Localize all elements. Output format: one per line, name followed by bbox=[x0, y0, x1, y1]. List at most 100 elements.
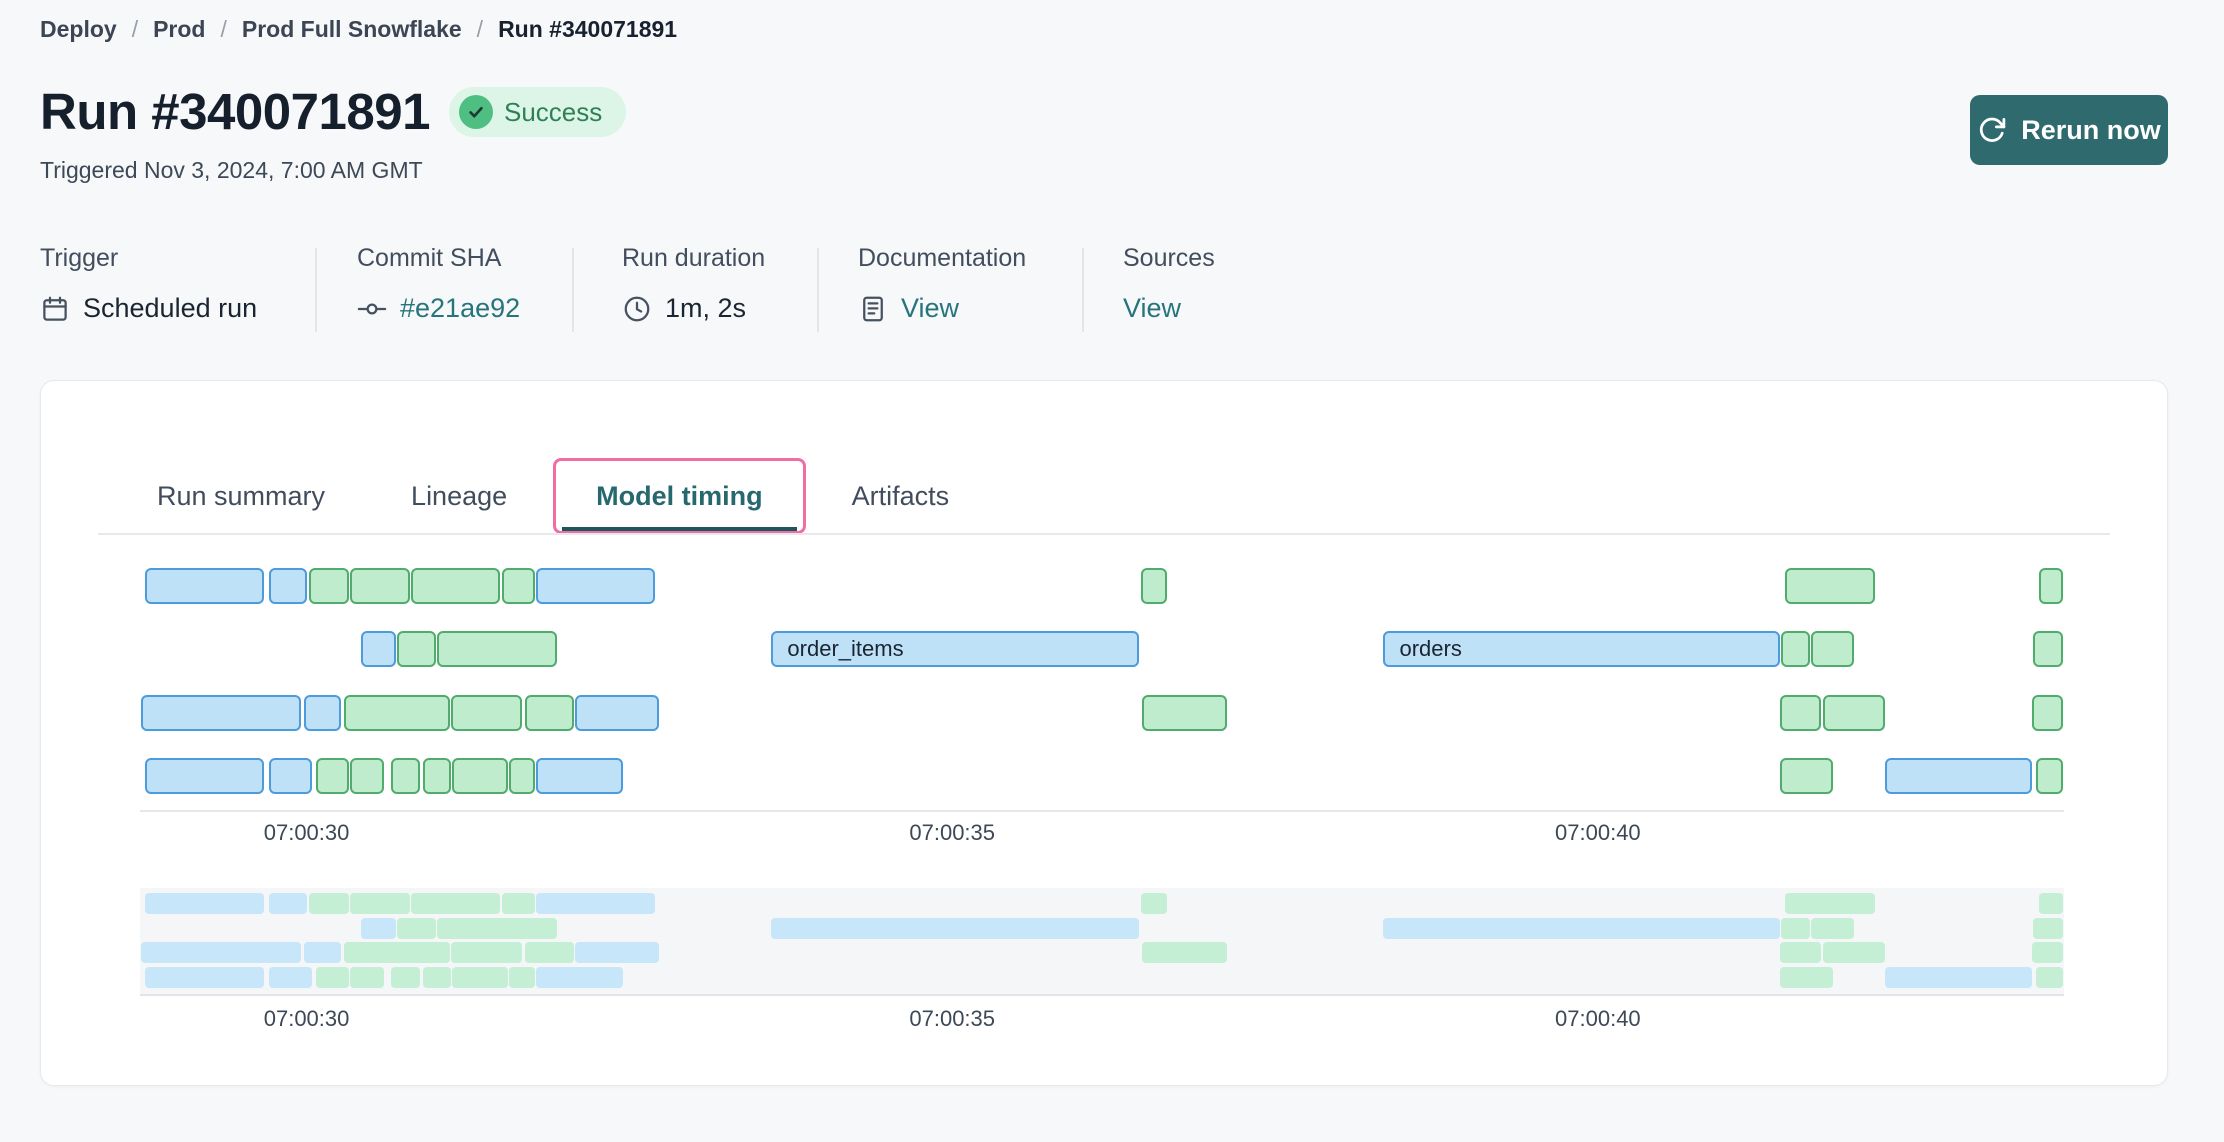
gantt-bar-orders[interactable]: orders bbox=[1383, 631, 1779, 667]
axis-tick-label: 07:00:30 bbox=[264, 820, 350, 846]
meta-link[interactable]: #e21ae92 bbox=[400, 293, 520, 324]
gantt-bar[interactable] bbox=[304, 695, 341, 731]
minimap-bar bbox=[411, 893, 500, 914]
gantt-bar[interactable] bbox=[1885, 758, 2032, 794]
tab-artifacts[interactable]: Artifacts bbox=[812, 458, 990, 534]
meta-col-sources: Sources View bbox=[1123, 244, 1215, 324]
tab-model-timing[interactable]: Model timing bbox=[553, 458, 805, 534]
gantt-bar[interactable] bbox=[350, 758, 384, 794]
gantt-bar[interactable] bbox=[397, 631, 436, 667]
minimap-bar bbox=[525, 942, 574, 963]
gantt-bar[interactable] bbox=[536, 758, 623, 794]
breadcrumb-separator: / bbox=[220, 16, 226, 43]
gantt-bar[interactable] bbox=[536, 568, 655, 604]
gantt-bar[interactable] bbox=[451, 695, 522, 731]
success-check-icon bbox=[459, 95, 493, 129]
gantt-bar[interactable] bbox=[350, 568, 409, 604]
gantt-bar[interactable] bbox=[1785, 568, 1875, 604]
gantt-bar[interactable] bbox=[2032, 695, 2063, 731]
minimap-bar bbox=[1785, 893, 1875, 914]
minimap-bar bbox=[304, 942, 341, 963]
minimap-bar bbox=[350, 893, 409, 914]
tab-run-summary[interactable]: Run summary bbox=[117, 458, 365, 534]
minimap-bar bbox=[309, 893, 349, 914]
gantt-bar[interactable] bbox=[437, 631, 557, 667]
breadcrumb: Deploy/Prod/Prod Full Snowflake/Run #340… bbox=[40, 16, 677, 43]
minimap-bar bbox=[437, 918, 557, 939]
meta-col-run-duration: Run duration1m, 2s bbox=[622, 244, 765, 324]
meta-divider bbox=[315, 248, 317, 332]
meta-divider bbox=[817, 248, 819, 332]
gantt-row bbox=[140, 758, 2064, 794]
minimap-bar bbox=[509, 967, 535, 988]
minimap-bar bbox=[1780, 942, 1821, 963]
meta-col-trigger: TriggerScheduled run bbox=[40, 244, 257, 324]
minimap-row bbox=[140, 967, 2064, 988]
gantt-bar[interactable] bbox=[2036, 758, 2063, 794]
gantt-bar[interactable] bbox=[525, 695, 574, 731]
gantt-bar[interactable] bbox=[502, 568, 536, 604]
gantt-axis-line bbox=[140, 810, 2064, 812]
minimap-bar bbox=[2032, 942, 2063, 963]
meta-col-commit-sha: Commit SHA #e21ae92 bbox=[357, 244, 520, 324]
minimap-bar bbox=[1811, 918, 1854, 939]
rerun-now-button[interactable]: Rerun now bbox=[1970, 95, 2168, 165]
breadcrumb-item[interactable]: Deploy bbox=[40, 16, 117, 43]
gantt-bar[interactable] bbox=[1811, 631, 1854, 667]
minimap-bar bbox=[1781, 918, 1809, 939]
active-tab-underline bbox=[562, 527, 796, 531]
gantt-bar[interactable] bbox=[1780, 758, 1833, 794]
gantt-bar[interactable] bbox=[1141, 568, 1167, 604]
meta-value-text: 1m, 2s bbox=[665, 293, 746, 324]
calendar-icon bbox=[40, 294, 70, 324]
run-meta-row: TriggerScheduled run Commit SHA #e21ae92 Ru… bbox=[0, 244, 2224, 354]
gantt-bar-label: orders bbox=[1399, 636, 1461, 662]
gantt-bar[interactable] bbox=[391, 758, 421, 794]
meta-divider bbox=[1082, 248, 1084, 332]
gantt-bar[interactable] bbox=[309, 568, 349, 604]
gantt-bar[interactable] bbox=[316, 758, 350, 794]
gantt-bar[interactable] bbox=[509, 758, 535, 794]
gantt-bar[interactable] bbox=[1823, 695, 1885, 731]
tab-lineage[interactable]: Lineage bbox=[371, 458, 547, 534]
gantt-bar[interactable] bbox=[145, 568, 264, 604]
gantt-bar[interactable] bbox=[344, 695, 450, 731]
gantt-bar[interactable] bbox=[452, 758, 508, 794]
minimap-bar bbox=[1141, 893, 1167, 914]
axis-tick-label: 07:00:35 bbox=[909, 820, 995, 846]
breadcrumb-item[interactable]: Prod Full Snowflake bbox=[242, 16, 462, 43]
meta-link[interactable]: View bbox=[1123, 293, 1181, 324]
gantt-bar[interactable] bbox=[1780, 695, 1821, 731]
run-detail-page: Deploy/Prod/Prod Full Snowflake/Run #340… bbox=[0, 0, 2224, 1142]
minimap-bar bbox=[391, 967, 421, 988]
meta-link[interactable]: View bbox=[901, 293, 959, 324]
breadcrumb-item[interactable]: Prod bbox=[153, 16, 205, 43]
gantt-bar[interactable] bbox=[2033, 631, 2063, 667]
minimap-bar bbox=[145, 893, 264, 914]
gantt-bar[interactable] bbox=[269, 568, 306, 604]
meta-label: Commit SHA bbox=[357, 244, 520, 273]
gantt-bar[interactable] bbox=[1142, 695, 1227, 731]
minimap-bar bbox=[361, 918, 396, 939]
gantt-bar-order_items[interactable]: order_items bbox=[771, 631, 1139, 667]
gantt-bar[interactable] bbox=[1781, 631, 1809, 667]
axis-tick-label: 07:00:35 bbox=[909, 1006, 995, 1032]
gantt-bar[interactable] bbox=[145, 758, 264, 794]
axis-tick-label: 07:00:40 bbox=[1555, 1006, 1641, 1032]
gantt-bar[interactable] bbox=[411, 568, 500, 604]
minimap-bar bbox=[502, 893, 536, 914]
gantt-bar[interactable] bbox=[141, 695, 301, 731]
gantt-bar[interactable] bbox=[2039, 568, 2062, 604]
tab-bar: Run summaryLineageModel timingArtifacts bbox=[117, 458, 989, 534]
status-badge-label: Success bbox=[504, 97, 602, 128]
gantt-row: order_items orders bbox=[140, 631, 2064, 667]
minimap-bar bbox=[452, 967, 508, 988]
gantt-minimap[interactable] bbox=[140, 888, 2064, 996]
minimap-bar bbox=[2033, 918, 2063, 939]
gantt-bar[interactable] bbox=[269, 758, 312, 794]
meta-label: Sources bbox=[1123, 244, 1215, 273]
gantt-bar[interactable] bbox=[575, 695, 659, 731]
triggered-timestamp: Triggered Nov 3, 2024, 7:00 AM GMT bbox=[40, 157, 423, 184]
gantt-bar[interactable] bbox=[361, 631, 396, 667]
gantt-bar[interactable] bbox=[423, 758, 451, 794]
